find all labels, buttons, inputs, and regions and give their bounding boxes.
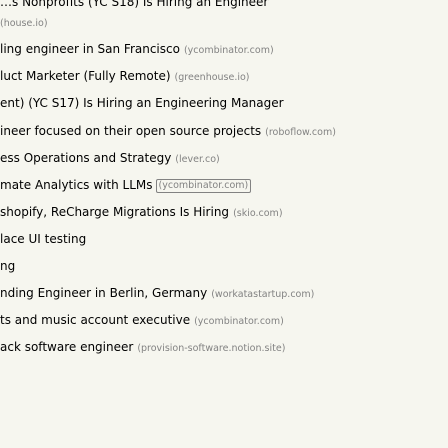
job-domain-link[interactable]: (roboflow.com)	[265, 127, 336, 138]
job-row-8: shopify, ReCharge Migrations Is Hiring (s…	[0, 203, 283, 221]
job-title-link[interactable]: luct Marketer (Fully Remote)	[0, 69, 171, 83]
job-domain-link[interactable]: (greenhouse.io)	[175, 72, 250, 83]
job-row-12: ts and music account executive (ycombinat…	[0, 311, 284, 329]
job-row-9: lace UI testing	[0, 230, 86, 248]
job-domain-link[interactable]: (ycombinator.com)	[184, 45, 274, 56]
job-title-link[interactable]: ack software engineer	[0, 340, 133, 354]
job-title-link[interactable]: ts and music account executive	[0, 313, 190, 327]
job-domain-link[interactable]: (skio.com)	[233, 208, 282, 219]
job-title-link[interactable]: ent) (YC S17) Is Hiring an Engineering M…	[0, 96, 284, 110]
job-row-3: luct Marketer (Fully Remote) (greenhouse.…	[0, 67, 250, 85]
job-row-13: ack software engineer (provision-software…	[0, 338, 285, 356]
job-row-10: ng	[0, 257, 15, 275]
job-title-link[interactable]: ling engineer in San Francisco	[0, 42, 180, 56]
job-row-6: ess Operations and Strategy (lever.co)	[0, 149, 220, 167]
job-title-link[interactable]: ineer focused on their open source proje…	[0, 124, 261, 138]
job-domain-link[interactable]: (workatastartup.com)	[211, 289, 314, 300]
job-row-2: ling engineer in San Francisco (ycombinat…	[0, 40, 274, 58]
job-row-11: nding Engineer in Berlin, Germany (workat…	[0, 284, 314, 302]
job-title-link[interactable]: lace UI testing	[0, 232, 86, 246]
job-title-link[interactable]: mate Analytics with LLMs	[0, 178, 153, 192]
job-row-4: ent) (YC S17) Is Hiring an Engineering M…	[0, 94, 284, 112]
job-domain-link[interactable]: (ycombinator.com)	[194, 316, 284, 327]
job-title-link[interactable]: ess Operations and Strategy	[0, 151, 171, 165]
job-title-link[interactable]: shopify, ReCharge Migrations Is Hiring	[0, 205, 229, 219]
job-title-link[interactable]: ng	[0, 259, 15, 273]
job-domain-link-focused[interactable]: (ycombinator.com)	[155, 179, 252, 193]
job-domain-link[interactable]: (house.io)	[0, 18, 48, 29]
job-title-link[interactable]: nding Engineer in Berlin, Germany	[0, 286, 207, 300]
job-row-5: ineer focused on their open source proje…	[0, 122, 336, 140]
job-listings-page: …s Nonprofits (YC S18) Is Hiring an Engi…	[0, 0, 448, 448]
job-row-1: (house.io)	[0, 13, 48, 31]
job-row-0: …s Nonprofits (YC S18) Is Hiring an Engi…	[0, 0, 268, 11]
job-domain-link[interactable]: (lever.co)	[175, 154, 219, 165]
job-domain-link[interactable]: (provision-software.notion.site)	[137, 343, 285, 354]
job-row-7: mate Analytics with LLMs (ycombinator.com…	[0, 176, 252, 194]
job-title-link[interactable]: …s Nonprofits (YC S18) Is Hiring an Engi…	[0, 0, 268, 9]
